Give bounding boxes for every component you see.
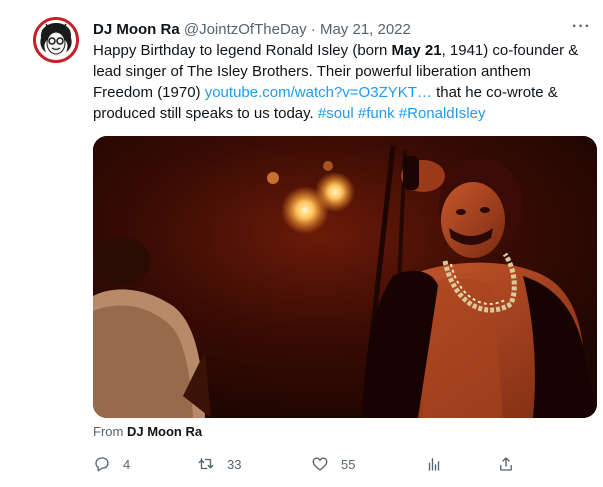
heart-icon	[312, 457, 328, 471]
views-icon	[428, 458, 440, 471]
tweet-text: Happy Birthday to legend Ronald Isley (b…	[93, 40, 583, 124]
reply-icon	[95, 457, 109, 472]
reply-button[interactable]: 4	[93, 452, 130, 476]
hashtag-soul[interactable]: #soul	[318, 105, 354, 122]
share-button[interactable]	[497, 452, 515, 476]
retweet-icon	[198, 458, 214, 470]
separator: ·	[310, 21, 316, 38]
like-button[interactable]: 55	[311, 452, 355, 476]
concert-photo	[93, 136, 597, 418]
tweet-header: DJ Moon Ra @JointzOfTheDay · May 21, 202…	[93, 20, 589, 40]
from-attribution: From DJ Moon Ra	[93, 424, 202, 439]
reply-count: 4	[123, 456, 131, 472]
avatar-illustration	[36, 20, 76, 60]
retweet-button[interactable]: 33	[197, 452, 241, 476]
tweet-media-photo[interactable]	[93, 136, 597, 418]
tweet-date[interactable]: May 21, 2022	[320, 21, 411, 38]
author-name[interactable]: DJ Moon Ra	[93, 21, 180, 38]
share-icon	[500, 457, 512, 471]
from-prefix: From	[93, 424, 124, 439]
from-author[interactable]: DJ Moon Ra	[127, 424, 202, 439]
tweet-card[interactable]: DJ Moon Ra @JointzOfTheDay · May 21, 202…	[0, 0, 603, 487]
tweet-text-part: Happy Birthday to legend Ronald Isley (b…	[93, 42, 392, 59]
more-icon: ···	[572, 18, 591, 35]
more-options-button[interactable]: ···	[572, 18, 591, 36]
author-handle[interactable]: @JointzOfTheDay	[184, 21, 307, 38]
views-button[interactable]	[425, 452, 443, 476]
retweet-count: 33	[227, 456, 242, 472]
tweet-text-bold: May 21	[391, 42, 442, 59]
youtube-link[interactable]: youtube.com/watch?v=O3ZYKT…	[205, 84, 432, 101]
avatar[interactable]	[33, 17, 79, 63]
hashtag-funk[interactable]: #funk	[358, 105, 395, 122]
like-count: 55	[341, 456, 356, 472]
tweet-actions: 4 33 55	[93, 452, 523, 476]
hashtag-ronaldisley[interactable]: #RonaldIsley	[399, 105, 486, 122]
